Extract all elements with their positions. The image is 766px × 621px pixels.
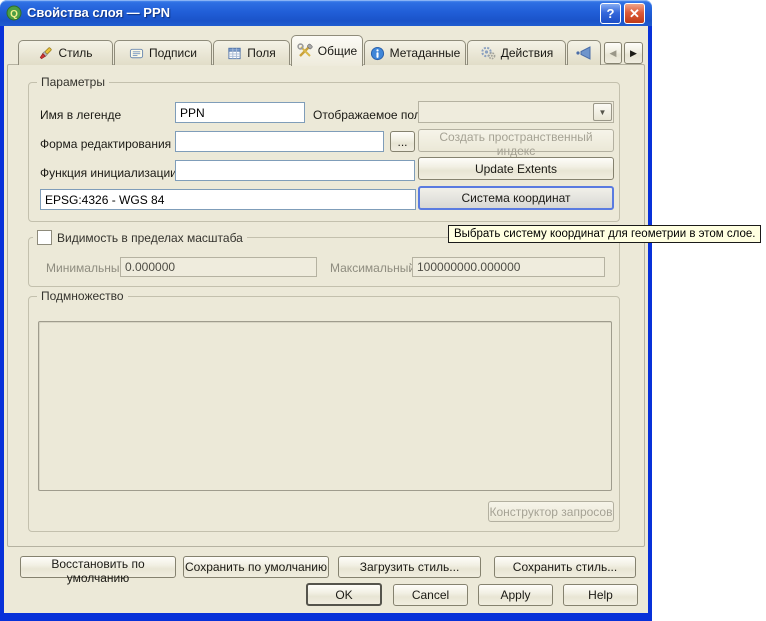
help-button[interactable]: Help bbox=[563, 584, 638, 606]
parameters-group-title: Параметры bbox=[37, 75, 109, 89]
restore-default-button[interactable]: Восстановить по умолчанию bbox=[20, 556, 176, 578]
init-function-label: Функция инициализации bbox=[40, 166, 177, 180]
tools-icon bbox=[297, 43, 313, 59]
edit-form-label: Форма редактирования bbox=[40, 137, 171, 151]
display-field-label: Отображаемое поле bbox=[313, 108, 427, 122]
tab-scroll-left-icon[interactable]: ◀ bbox=[604, 42, 622, 64]
subset-group-title: Подмножество bbox=[37, 289, 128, 303]
paintbrush-icon bbox=[38, 46, 53, 61]
tab-label: Поля bbox=[247, 46, 276, 60]
init-function-input[interactable] bbox=[175, 160, 415, 181]
legend-name-input[interactable] bbox=[175, 102, 305, 123]
speaker-icon bbox=[575, 45, 593, 61]
create-spatial-index-button: Создать пространственный индекс bbox=[418, 129, 614, 152]
window-border-left bbox=[0, 26, 4, 613]
label-icon bbox=[129, 46, 144, 61]
tab-labels[interactable]: Подписи bbox=[114, 40, 212, 65]
title-bar[interactable]: Q Свойства слоя — PPN ? ✕ bbox=[0, 0, 652, 26]
tab-label: Метаданные bbox=[390, 46, 461, 60]
tab-style[interactable]: Стиль bbox=[18, 40, 113, 65]
subset-query-area[interactable] bbox=[38, 321, 612, 491]
window-border-bottom bbox=[0, 613, 652, 621]
legend-name-label: Имя в легенде bbox=[40, 108, 121, 122]
tab-label: Подписи bbox=[149, 46, 197, 60]
load-style-button[interactable]: Загрузить стиль... bbox=[338, 556, 481, 578]
display-field-dropdown: ▼ bbox=[418, 101, 614, 123]
tab-general[interactable]: Общие bbox=[291, 35, 363, 66]
crs-input[interactable] bbox=[40, 189, 416, 210]
scale-visibility-title: Видимость в пределах масштаба bbox=[57, 231, 243, 245]
help-titlebar-button[interactable]: ? bbox=[600, 3, 621, 24]
window-border-right bbox=[648, 26, 652, 613]
tab-label: Стиль bbox=[58, 46, 92, 60]
cancel-button[interactable]: Cancel bbox=[393, 584, 468, 606]
gears-icon bbox=[480, 45, 496, 61]
browse-button[interactable]: ... bbox=[390, 131, 415, 152]
max-scale-input bbox=[412, 257, 605, 277]
table-icon bbox=[227, 46, 242, 61]
tab-label: Общие bbox=[318, 44, 357, 58]
min-scale-input bbox=[120, 257, 317, 277]
tab-metadata[interactable]: Метаданные bbox=[364, 40, 466, 65]
qgis-logo-icon: Q bbox=[6, 5, 22, 21]
apply-button[interactable]: Apply bbox=[478, 584, 553, 606]
scale-visibility-checkbox[interactable] bbox=[37, 230, 52, 245]
info-icon bbox=[370, 46, 385, 61]
tab-scroll-right-icon[interactable]: ▶ bbox=[624, 42, 643, 64]
tab-label: Действия bbox=[501, 46, 554, 60]
tab-fields[interactable]: Поля bbox=[213, 40, 290, 65]
max-scale-label: Максимальный bbox=[330, 261, 415, 275]
save-style-button[interactable]: Сохранить стиль... bbox=[494, 556, 636, 578]
min-scale-label: Минимальный bbox=[46, 261, 126, 275]
window-title: Свойства слоя — PPN bbox=[27, 5, 170, 20]
tab-partial[interactable] bbox=[567, 40, 601, 65]
tab-actions[interactable]: Действия bbox=[467, 40, 566, 65]
chevron-down-icon: ▼ bbox=[593, 103, 612, 121]
crs-tooltip: Выбрать систему координат для геометрии … bbox=[448, 225, 761, 243]
edit-form-input[interactable] bbox=[175, 131, 384, 152]
update-extents-button[interactable]: Update Extents bbox=[418, 157, 614, 180]
query-builder-button: Конструктор запросов bbox=[488, 501, 614, 522]
save-default-button[interactable]: Сохранить по умолчанию bbox=[183, 556, 329, 578]
layer-properties-dialog: Q Свойства слоя — PPN ? ✕ Стиль Подписи bbox=[0, 0, 766, 621]
svg-text:Q: Q bbox=[10, 9, 18, 20]
ok-button[interactable]: OK bbox=[306, 583, 382, 606]
crs-button[interactable]: Система координат bbox=[418, 186, 614, 210]
close-icon[interactable]: ✕ bbox=[624, 3, 645, 24]
